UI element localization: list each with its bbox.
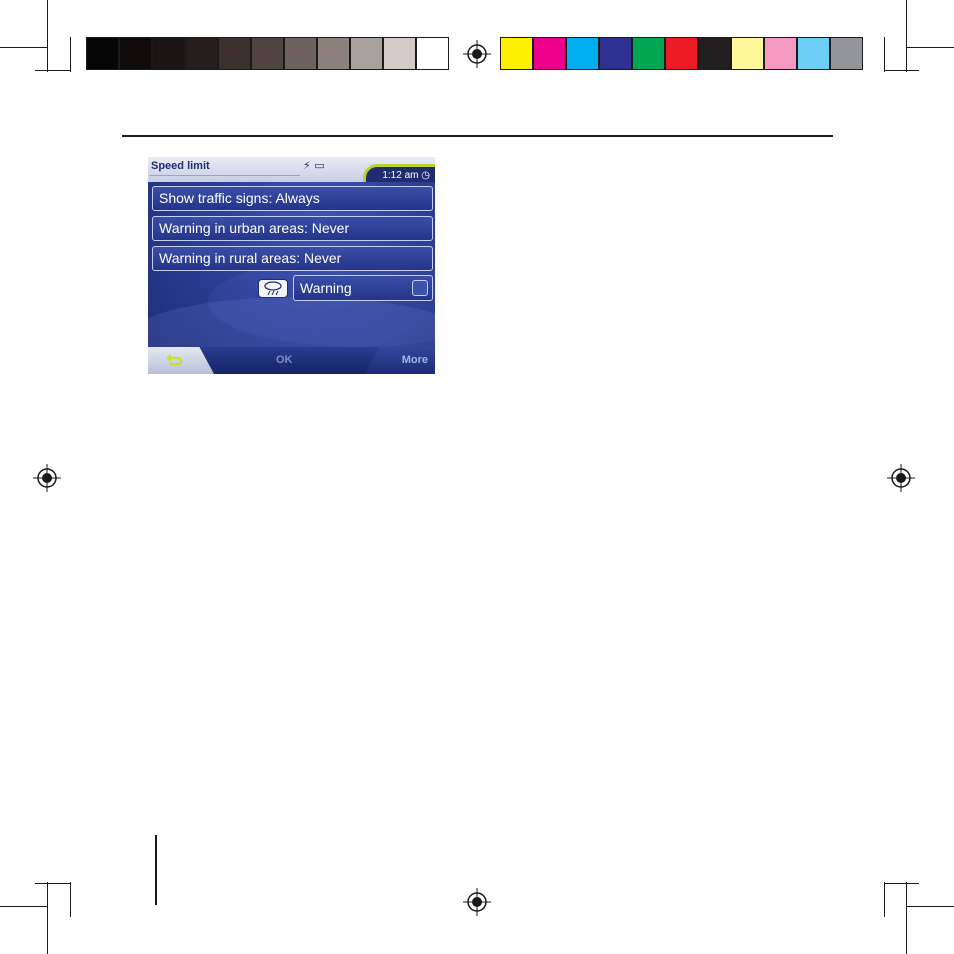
- registration-mark-icon: [887, 464, 915, 492]
- power-battery-icon: ⚡ ▭: [303, 159, 325, 172]
- show-traffic-signs-button[interactable]: Show traffic signs: Always: [152, 186, 433, 211]
- color-swatch: [119, 37, 152, 70]
- color-swatch: [317, 37, 350, 70]
- crop-mark: [47, 0, 48, 72]
- crop-mark: [0, 47, 47, 48]
- page-rule-top: [122, 135, 833, 137]
- crop-mark: [884, 70, 919, 71]
- color-swatch: [383, 37, 416, 70]
- color-swatch: [632, 37, 665, 70]
- page-rule-left: [155, 835, 157, 905]
- crop-mark: [0, 906, 47, 907]
- menu-item-label: Warning in urban areas: Never: [159, 220, 350, 236]
- color-swatch: [533, 37, 566, 70]
- menu-item-label: Warning in rural areas: Never: [159, 250, 342, 266]
- menu-item-label: Show traffic signs: Always: [159, 190, 320, 206]
- color-swatch: [251, 37, 284, 70]
- crop-mark: [907, 47, 954, 48]
- warning-urban-button[interactable]: Warning in urban areas: Never: [152, 216, 433, 241]
- grayscale-swatches: [86, 37, 449, 70]
- title-underline: [150, 175, 300, 176]
- crop-mark: [884, 882, 885, 917]
- crop-mark: [35, 70, 70, 71]
- color-swatch: [830, 37, 863, 70]
- crop-mark: [884, 883, 919, 884]
- clock-tab: 1:12 am ◷: [363, 164, 435, 182]
- registration-mark-icon: [463, 888, 491, 916]
- color-swatch: [185, 37, 218, 70]
- crop-mark: [906, 0, 907, 72]
- color-swatches: [500, 37, 863, 70]
- color-swatch: [566, 37, 599, 70]
- crop-mark: [70, 37, 71, 72]
- color-swatch: [665, 37, 698, 70]
- warning-label: Warning: [300, 280, 352, 296]
- color-swatch: [599, 37, 632, 70]
- speed-limit-screen: Speed limit ⚡ ▭ 1:12 am ◷ Show traffic s…: [148, 157, 435, 374]
- crop-mark: [907, 906, 954, 907]
- color-swatch: [86, 37, 119, 70]
- registration-mark-icon: [463, 40, 491, 68]
- crop-mark: [906, 882, 907, 954]
- warning-rural-button[interactable]: Warning in rural areas: Never: [152, 246, 433, 271]
- clock-icon: ◷: [421, 170, 430, 181]
- color-swatch: [698, 37, 731, 70]
- color-swatch: [152, 37, 185, 70]
- screen-title: Speed limit: [151, 160, 210, 172]
- warning-toggle-button[interactable]: Warning: [293, 275, 433, 301]
- ok-button[interactable]: OK: [276, 354, 293, 366]
- clock-time: 1:12 am: [382, 170, 419, 181]
- color-swatch: [500, 37, 533, 70]
- color-swatch: [797, 37, 830, 70]
- color-swatch: [218, 37, 251, 70]
- registration-mark-icon: [33, 464, 61, 492]
- color-swatch: [731, 37, 764, 70]
- color-swatch: [764, 37, 797, 70]
- weather-warning-icon: [258, 279, 288, 298]
- color-swatch: [350, 37, 383, 70]
- back-arrow-icon: [166, 354, 183, 366]
- crop-mark: [884, 37, 885, 72]
- color-swatch: [284, 37, 317, 70]
- more-button[interactable]: More: [402, 354, 428, 366]
- crop-mark: [70, 882, 71, 917]
- color-swatch: [416, 37, 449, 70]
- crop-mark: [35, 883, 70, 884]
- crop-mark: [47, 882, 48, 954]
- warning-checkbox[interactable]: [412, 280, 428, 296]
